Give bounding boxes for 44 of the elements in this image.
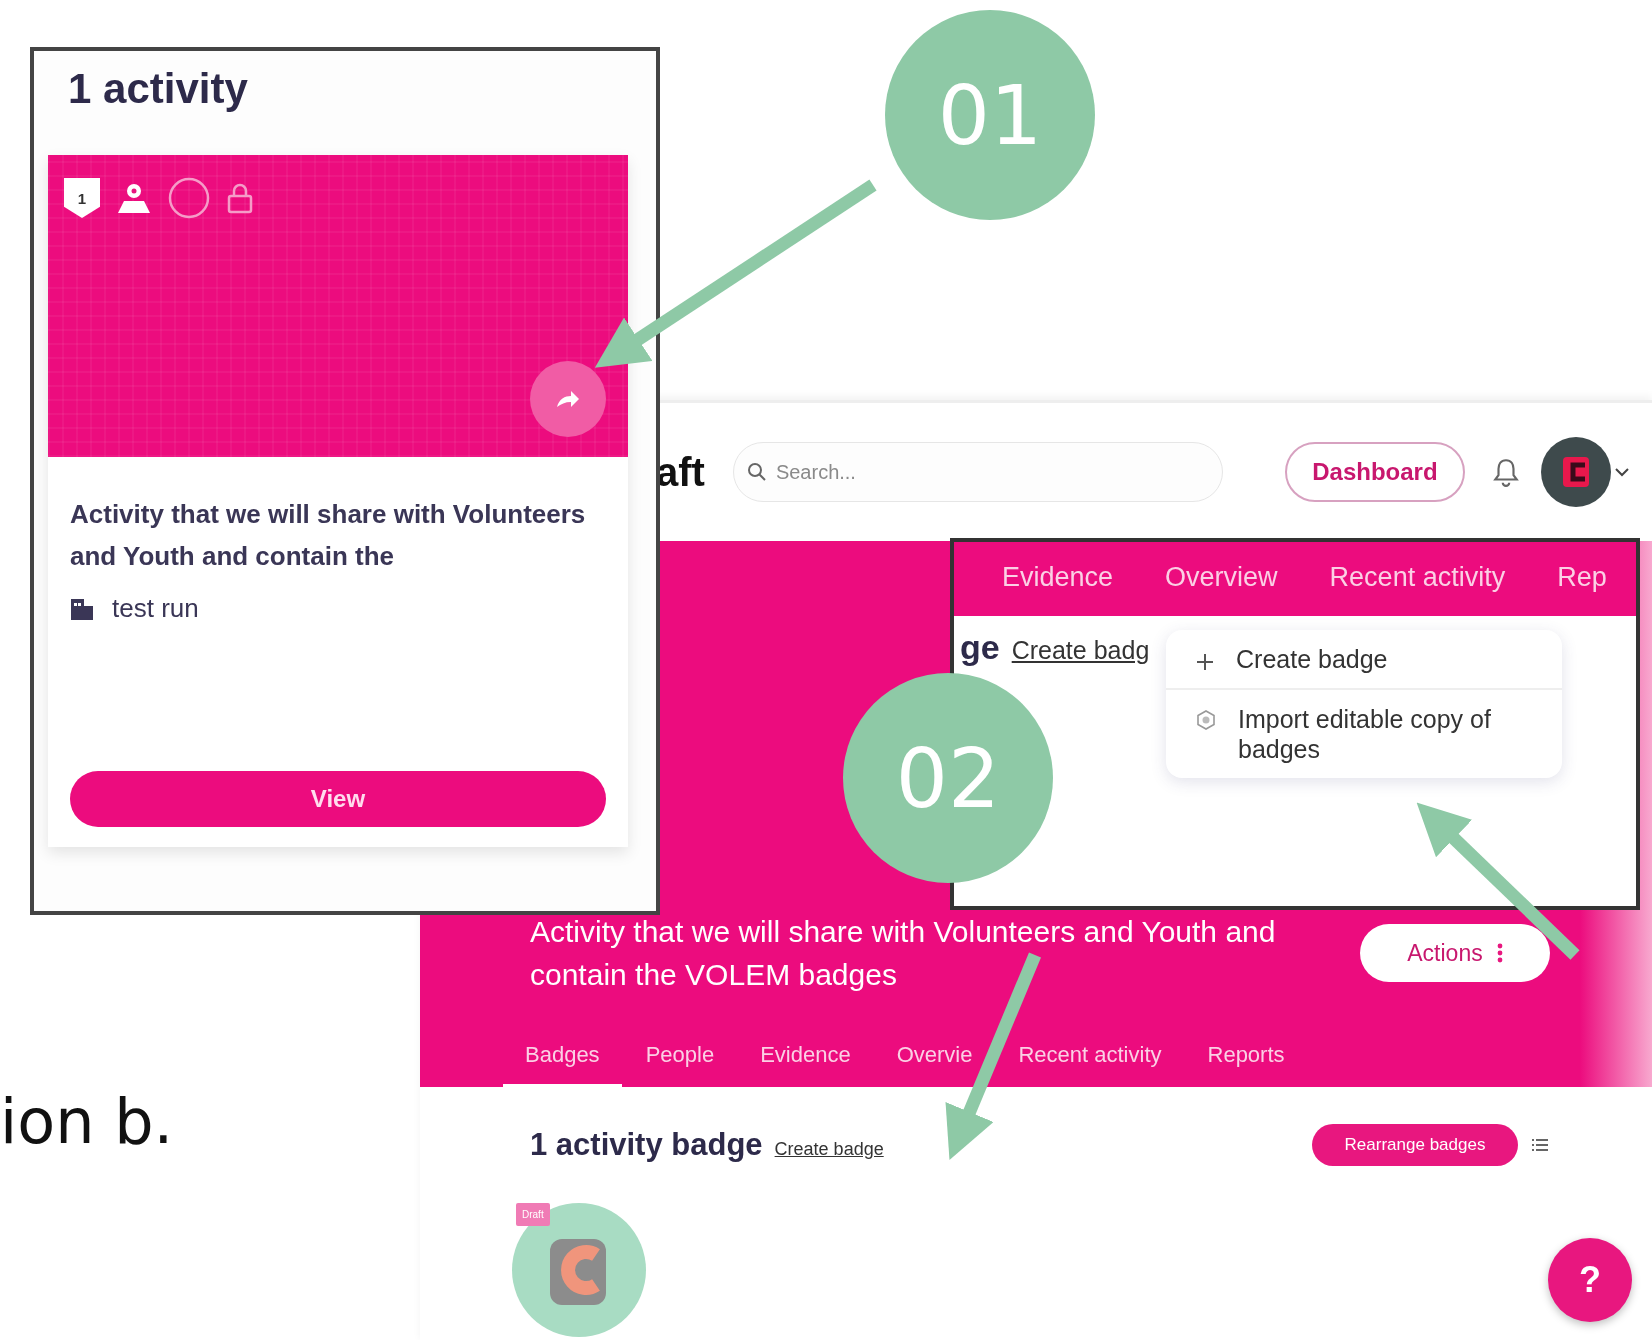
share-arrow-icon <box>555 389 581 409</box>
building-icon <box>70 596 94 621</box>
lock-icon <box>226 182 254 214</box>
step-number-badge: 01 <box>885 10 1095 220</box>
organisation-name: test run <box>112 593 199 624</box>
view-button[interactable]: View <box>70 771 606 827</box>
tab[interactable]: People <box>623 1032 737 1087</box>
activity-description: Activity that we will share with Volunteers and Youth and contain the VOLEM badges <box>530 914 1277 993</box>
badge-logo-drawing[interactable] <box>512 1203 646 1337</box>
location-person-icon <box>116 182 152 214</box>
search-field[interactable]: Search... <box>732 442 1223 503</box>
chevron-down-icon[interactable] <box>1614 467 1629 478</box>
tab[interactable]: Badges <box>503 1032 622 1087</box>
inset-title: 1 activity <box>67 65 249 114</box>
plus-icon <box>1196 653 1214 671</box>
menu-item[interactable]: Import editable copy of badges <box>1166 688 1562 778</box>
tab[interactable]: Overview <box>1165 562 1278 596</box>
circle-icon <box>168 177 210 219</box>
list-icon[interactable] <box>1532 1138 1548 1152</box>
rearrange-badges-button[interactable]: Rearrange badges <box>1312 1124 1518 1166</box>
hexagon-icon <box>1196 710 1216 730</box>
tab[interactable]: Rep <box>1557 562 1607 596</box>
actions-button[interactable]: Actions <box>1360 924 1550 982</box>
more-icon <box>1496 943 1503 963</box>
search-icon <box>746 462 767 483</box>
create-badge-link[interactable]: Create badg <box>1011 636 1150 665</box>
avatar-icon[interactable] <box>1540 437 1611 508</box>
section-title: 1 activity badge <box>530 1127 763 1163</box>
page-title: aft <box>656 449 705 495</box>
help-button[interactable]: ? <box>1548 1238 1632 1322</box>
create-badge-link[interactable]: Create badge <box>774 1138 884 1160</box>
tab[interactable]: Recent activity <box>996 1032 1184 1087</box>
caption-text: ion b. <box>0 1085 174 1158</box>
tab[interactable]: Overvie <box>874 1032 995 1087</box>
menu-item[interactable]: Create badge <box>1166 630 1562 688</box>
tab[interactable]: Recent activity <box>1329 562 1506 596</box>
tab[interactable]: Reports <box>1185 1032 1307 1087</box>
tab[interactable]: Evidence <box>1002 562 1114 596</box>
tab[interactable]: Evidence <box>738 1032 873 1087</box>
section-title: ge <box>960 628 1000 667</box>
notification-bell-icon[interactable] <box>1492 457 1519 488</box>
dashboard-button[interactable]: Dashboard <box>1284 442 1465 503</box>
shield-icon: 1 <box>64 178 100 218</box>
draft-tag: Draft <box>516 1203 550 1226</box>
